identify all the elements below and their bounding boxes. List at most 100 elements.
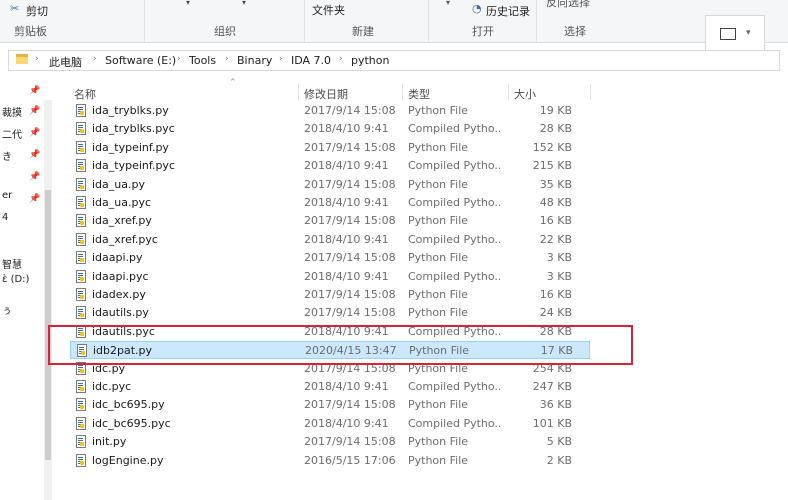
preview-pane-button[interactable]: ▾ bbox=[705, 15, 765, 55]
file-name[interactable]: idautils.py bbox=[92, 306, 149, 319]
cut-button[interactable]: 剪切 bbox=[26, 3, 48, 19]
table-row[interactable]: idaapi.pyc 2018/4/10 9:41 Compiled Pytho..… bbox=[70, 268, 590, 286]
file-date: 2018/4/10 9:41 bbox=[304, 232, 389, 246]
table-row[interactable]: ida_typeinf.py 2017/9/14 15:08 Python File… bbox=[70, 139, 590, 157]
breadcrumb-python[interactable]: python bbox=[351, 54, 389, 67]
python-file-icon bbox=[76, 122, 86, 136]
file-name[interactable]: ida_typeinf.py bbox=[92, 141, 169, 154]
pin-icon[interactable]: 📌 bbox=[29, 194, 40, 204]
breadcrumb-this-pc[interactable]: 此电脑 bbox=[49, 54, 82, 70]
file-name[interactable]: logEngine.py bbox=[92, 454, 163, 467]
file-name[interactable]: idc_bc695.pyc bbox=[92, 417, 171, 430]
nav-item[interactable]: 裁摸 bbox=[2, 104, 22, 119]
python-file-icon bbox=[76, 159, 86, 173]
breadcrumb-ida[interactable]: IDA 7.0 bbox=[291, 54, 331, 67]
file-type: Python File bbox=[408, 251, 469, 265]
history-icon[interactable]: ◔ bbox=[472, 2, 482, 15]
table-row[interactable]: ida_xref.py 2017/9/14 15:08 Python File 16 … bbox=[70, 212, 590, 230]
table-row[interactable]: ida_typeinf.pyc 2018/4/10 9:41 Compiled Py… bbox=[70, 157, 590, 175]
file-size: 36 KB bbox=[539, 398, 572, 412]
breadcrumb-drive[interactable]: Software (E:) bbox=[105, 54, 176, 67]
file-size: 16 KB bbox=[539, 288, 572, 301]
column-divider[interactable] bbox=[508, 84, 509, 100]
column-divider[interactable] bbox=[402, 84, 403, 100]
new-folder-button[interactable]: 文件夹 bbox=[312, 2, 345, 18]
table-row[interactable]: ida_ua.py 2017/9/14 15:08 Python File 35 KB bbox=[70, 176, 590, 194]
history-button[interactable]: 历史记录 bbox=[486, 3, 530, 19]
table-row[interactable]: ida_tryblks.pyc 2018/4/10 9:41 Compiled Py… bbox=[70, 120, 590, 138]
table-row[interactable]: idc_bc695.py 2017/9/14 15:08 Python File 36… bbox=[70, 396, 590, 414]
pin-icon[interactable]: 📌 bbox=[29, 106, 40, 116]
file-type: Python File bbox=[408, 140, 469, 154]
chevron-right-icon[interactable]: › bbox=[339, 54, 343, 64]
pin-icon[interactable]: 📌 bbox=[29, 172, 40, 182]
ribbon-group-organize: ▾ ▾ 组织 bbox=[144, 0, 305, 42]
file-type: Compiled Pytho... bbox=[408, 269, 500, 283]
table-row[interactable]: idc_bc695.pyc 2018/4/10 9:41 Compiled Pyth… bbox=[70, 415, 590, 433]
nav-item[interactable]: 4 bbox=[2, 212, 8, 223]
file-name[interactable]: ida_ua.py bbox=[92, 178, 145, 191]
column-header-row: ⌃ 名称 修改日期 类型 大小 bbox=[52, 78, 788, 102]
column-header-type[interactable]: 类型 bbox=[408, 86, 430, 102]
nav-item[interactable]: 智慧 bbox=[2, 256, 22, 271]
table-row[interactable]: logEngine.py 2016/5/15 17:06 Python File 2 … bbox=[70, 452, 590, 470]
nav-item[interactable]: ぅ bbox=[2, 302, 12, 317]
file-date: 2017/9/14 15:08 bbox=[304, 140, 396, 154]
nav-item[interactable]: ὲ (D:) bbox=[2, 274, 29, 285]
file-name[interactable]: idc.pyc bbox=[92, 380, 131, 393]
address-box[interactable]: › 此电脑 › Software (E:) › Tools › Binary ›… bbox=[8, 50, 780, 71]
chevron-down-icon[interactable]: ▾ bbox=[186, 0, 190, 7]
file-name[interactable]: init.py bbox=[92, 435, 126, 448]
cut-icon[interactable]: ✂ bbox=[10, 2, 19, 15]
file-date: 2017/9/14 15:08 bbox=[304, 288, 396, 301]
table-row[interactable]: idaapi.py 2017/9/14 15:08 Python File 3 KB bbox=[70, 249, 590, 267]
address-bar[interactable]: › 此电脑 › Software (E:) › Tools › Binary ›… bbox=[0, 50, 780, 72]
file-size: 2 KB bbox=[546, 453, 572, 467]
file-type: Python File bbox=[408, 177, 469, 191]
pin-icon[interactable]: 📌 bbox=[29, 150, 40, 160]
breadcrumb-binary[interactable]: Binary bbox=[237, 54, 272, 67]
nav-item[interactable]: き bbox=[2, 148, 12, 163]
table-row[interactable]: ida_xref.pyc 2018/4/10 9:41 Compiled Pytho… bbox=[70, 231, 590, 249]
file-name[interactable]: idadex.py bbox=[92, 288, 146, 301]
table-row[interactable]: ida_ua.pyc 2018/4/10 9:41 Compiled Pytho..… bbox=[70, 194, 590, 212]
table-row[interactable]: idadex.py 2017/9/14 15:08 Python File 16 KB bbox=[70, 286, 590, 304]
column-divider[interactable] bbox=[590, 84, 591, 100]
chevron-right-icon[interactable]: › bbox=[93, 54, 97, 64]
nav-item[interactable]: er bbox=[2, 190, 12, 201]
chevron-down-icon[interactable]: ▾ bbox=[446, 0, 450, 7]
file-name[interactable]: ida_xref.pyc bbox=[92, 233, 158, 246]
chevron-right-icon[interactable]: › bbox=[279, 54, 283, 64]
column-header-date[interactable]: 修改日期 bbox=[304, 86, 348, 102]
file-name[interactable]: idc_bc695.py bbox=[92, 398, 165, 411]
table-row[interactable]: idc.pyc 2018/4/10 9:41 Compiled Pytho... 24… bbox=[70, 378, 590, 396]
chevron-right-icon[interactable]: › bbox=[225, 54, 229, 64]
file-name[interactable]: ida_tryblks.pyc bbox=[92, 122, 175, 135]
file-name[interactable]: ida_xref.py bbox=[92, 214, 152, 227]
breadcrumb-tools[interactable]: Tools bbox=[189, 54, 216, 67]
table-row[interactable]: init.py 2017/9/14 15:08 Python File 5 KB bbox=[70, 433, 590, 451]
invert-selection-button[interactable]: 反向选择 bbox=[546, 0, 590, 10]
file-date: 2017/9/14 15:08 bbox=[304, 435, 396, 449]
chevron-down-icon[interactable]: ▾ bbox=[242, 0, 246, 7]
file-name[interactable]: idaapi.py bbox=[92, 251, 143, 264]
python-file-icon bbox=[76, 416, 86, 430]
pin-icon[interactable]: 📌 bbox=[29, 86, 40, 96]
file-name[interactable]: ida_ua.pyc bbox=[92, 196, 151, 209]
pin-icon[interactable]: 📌 bbox=[29, 128, 40, 138]
file-date: 2018/4/10 9:41 bbox=[304, 159, 389, 173]
highlight-box bbox=[48, 325, 633, 365]
table-row[interactable]: idautils.py 2017/9/14 15:08 Python File 24 … bbox=[70, 304, 590, 322]
file-type: Python File bbox=[408, 214, 469, 228]
file-date: 2017/9/14 15:08 bbox=[304, 251, 396, 265]
file-name[interactable]: ida_typeinf.pyc bbox=[92, 159, 175, 172]
table-row[interactable]: ida_tryblks.py 2017/9/14 15:08 Python File… bbox=[70, 102, 590, 120]
chevron-right-icon[interactable]: › bbox=[177, 54, 181, 64]
python-file-icon bbox=[76, 453, 86, 467]
column-header-size[interactable]: 大小 bbox=[514, 86, 536, 102]
column-divider[interactable] bbox=[298, 84, 299, 100]
file-name[interactable]: ida_tryblks.py bbox=[92, 104, 169, 117]
file-name[interactable]: idaapi.pyc bbox=[92, 270, 149, 283]
column-header-name[interactable]: 名称 bbox=[74, 86, 96, 102]
nav-item[interactable]: 二代 bbox=[2, 126, 22, 141]
